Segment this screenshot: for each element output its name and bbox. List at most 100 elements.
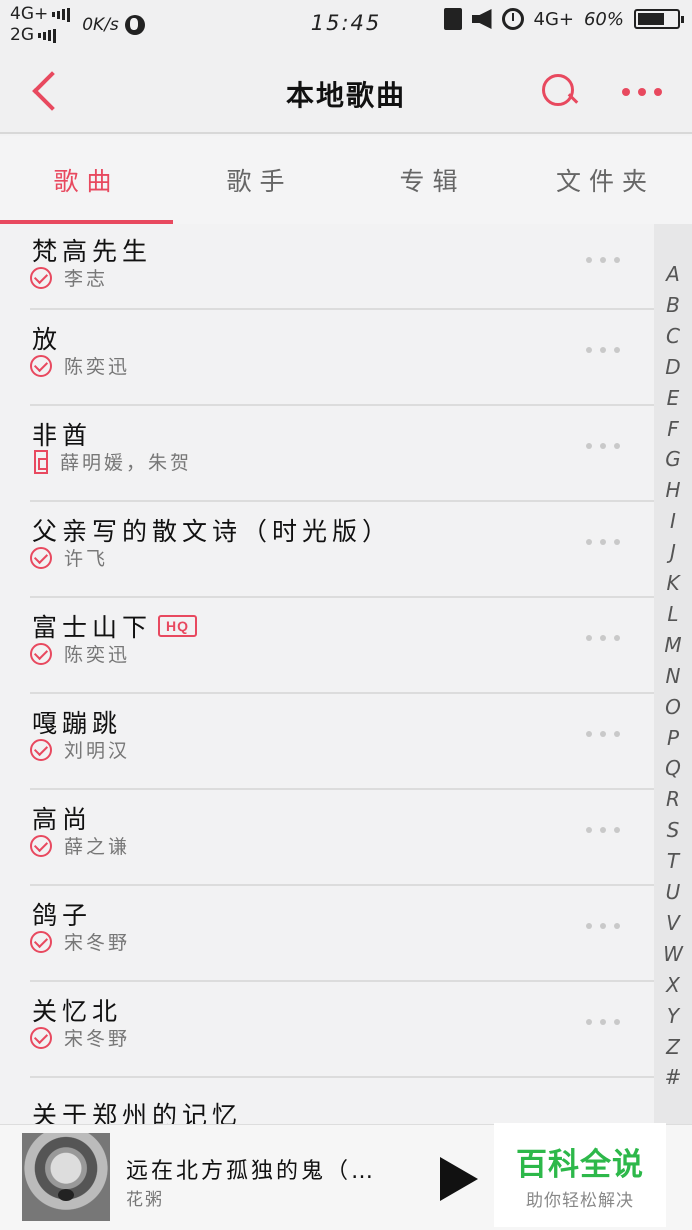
alphabet-letter[interactable]: Q bbox=[654, 756, 692, 780]
alphabet-letter[interactable]: A bbox=[654, 262, 692, 286]
song-artist: 薛明媛，朱贺 bbox=[60, 452, 193, 474]
song-more-button[interactable] bbox=[586, 440, 626, 452]
more-dot-icon bbox=[638, 88, 646, 96]
tab-albums[interactable]: 专辑 bbox=[346, 136, 519, 224]
alphabet-letter[interactable]: U bbox=[654, 880, 692, 904]
song-artist: 刘明汉 bbox=[64, 740, 131, 762]
watermark-title: 百科全说 bbox=[516, 1147, 644, 1183]
song-title: 非酋 bbox=[32, 421, 93, 450]
check-circle-icon bbox=[30, 834, 52, 857]
song-more-button[interactable] bbox=[586, 632, 626, 644]
tab-songs[interactable]: 歌曲 bbox=[0, 136, 173, 224]
alphabet-letter[interactable]: E bbox=[654, 386, 692, 410]
play-button[interactable] bbox=[438, 1157, 482, 1201]
song-title: 富士山下 bbox=[32, 613, 153, 642]
song-more-button[interactable] bbox=[586, 920, 626, 932]
battery-icon bbox=[634, 9, 684, 29]
song-title: 关忆北 bbox=[32, 997, 123, 1026]
check-circle-icon bbox=[30, 738, 52, 761]
alphabet-letter[interactable]: D bbox=[654, 355, 692, 379]
check-circle-icon bbox=[30, 546, 52, 569]
status-bar: 4G+ 2G 0K/s 15:45 4G+ 60% bbox=[0, 0, 692, 50]
check-circle-icon bbox=[30, 354, 52, 377]
app-header: 本地歌曲 bbox=[0, 50, 692, 134]
alphabet-letter[interactable]: B bbox=[654, 293, 692, 317]
mute-icon bbox=[471, 9, 492, 29]
song-title: 高尚 bbox=[32, 805, 93, 834]
alphabet-letter[interactable]: M bbox=[654, 633, 692, 657]
now-playing-title: 远在北方孤独的鬼（… bbox=[126, 1159, 377, 1184]
tab-folders[interactable]: 文件夹 bbox=[519, 136, 692, 224]
alphabet-letter[interactable]: # bbox=[654, 1065, 692, 1089]
song-row[interactable]: 梵高先生 李志 bbox=[30, 224, 654, 310]
alphabet-letter[interactable]: I bbox=[654, 509, 692, 533]
search-button[interactable] bbox=[538, 70, 578, 110]
song-more-button[interactable] bbox=[586, 1016, 626, 1028]
alphabet-letter[interactable]: G bbox=[654, 447, 692, 471]
song-row[interactable]: 放 陈奕迅 bbox=[30, 310, 654, 406]
song-title: 关于郑州的记忆 bbox=[32, 1101, 243, 1124]
song-title: 父亲写的散文诗（时光版） bbox=[32, 517, 393, 546]
song-artist: 李志 bbox=[64, 268, 109, 290]
alphabet-letter[interactable]: R bbox=[654, 787, 692, 811]
alphabet-index[interactable]: A B C D E F G H I J K L M N O P Q R S T U V W X Y Z # bbox=[654, 224, 692, 1124]
song-artist: 许飞 bbox=[64, 548, 109, 570]
network-right-label: 4G+ bbox=[533, 8, 574, 30]
sim-card-icon bbox=[443, 8, 462, 30]
page-title: 本地歌曲 bbox=[285, 79, 406, 112]
alphabet-letter[interactable]: W bbox=[654, 942, 692, 966]
mini-player[interactable]: 远在北方孤独的鬼（… 花粥 百科全说 助你轻松解决 bbox=[0, 1123, 692, 1230]
song-row[interactable]: 关忆北 宋冬野 bbox=[30, 982, 654, 1078]
song-more-button[interactable] bbox=[586, 728, 626, 740]
song-artist: 宋冬野 bbox=[64, 1028, 131, 1050]
song-artist: 陈奕迅 bbox=[64, 644, 131, 666]
song-title: 梵高先生 bbox=[32, 237, 153, 266]
hq-badge: HQ bbox=[158, 615, 198, 637]
battery-percent: 60% bbox=[583, 8, 624, 30]
alphabet-letter[interactable]: Z bbox=[654, 1035, 692, 1059]
song-artist: 宋冬野 bbox=[64, 932, 131, 954]
song-more-button[interactable] bbox=[586, 344, 626, 356]
tab-bar: 歌曲 歌手 专辑 文件夹 bbox=[0, 136, 692, 224]
local-file-icon bbox=[34, 449, 48, 474]
alphabet-letter[interactable]: F bbox=[654, 417, 692, 441]
more-dot-icon bbox=[654, 88, 662, 96]
alphabet-letter[interactable]: L bbox=[654, 602, 692, 626]
alphabet-letter[interactable]: C bbox=[654, 324, 692, 348]
check-circle-icon bbox=[30, 1026, 52, 1049]
song-more-button[interactable] bbox=[586, 536, 626, 548]
status-right: 4G+ 60% bbox=[443, 8, 684, 30]
song-title: 放 bbox=[32, 325, 63, 354]
song-row[interactable]: 非酋 薛明媛，朱贺 bbox=[30, 406, 654, 502]
more-options-button[interactable] bbox=[622, 84, 666, 100]
tab-artists[interactable]: 歌手 bbox=[173, 136, 346, 224]
alphabet-letter[interactable]: Y bbox=[654, 1004, 692, 1028]
alphabet-letter[interactable]: V bbox=[654, 911, 692, 935]
song-row[interactable]: 嘎蹦跳 刘明汉 bbox=[30, 694, 654, 790]
song-title: 嘎蹦跳 bbox=[32, 709, 123, 738]
alphabet-letter[interactable]: T bbox=[654, 849, 692, 873]
song-row[interactable]: 鸽子 宋冬野 bbox=[30, 886, 654, 982]
now-playing-artist: 花粥 bbox=[126, 1190, 164, 1210]
watermark-subtitle: 助你轻松解决 bbox=[526, 1191, 634, 1211]
song-more-button[interactable] bbox=[586, 824, 626, 836]
song-artist: 陈奕迅 bbox=[64, 356, 131, 378]
song-more-button[interactable] bbox=[586, 254, 626, 266]
alphabet-letter[interactable]: S bbox=[654, 818, 692, 842]
alphabet-letter[interactable]: N bbox=[654, 664, 692, 688]
song-title: 鸽子 bbox=[32, 901, 93, 930]
alphabet-letter[interactable]: P bbox=[654, 726, 692, 750]
song-row[interactable]: 关于郑州的记忆 bbox=[30, 1078, 654, 1124]
album-cover[interactable] bbox=[22, 1133, 110, 1221]
alphabet-letter[interactable]: K bbox=[654, 571, 692, 595]
check-circle-icon bbox=[30, 930, 52, 953]
song-row[interactable]: 高尚 薛之谦 bbox=[30, 790, 654, 886]
song-artist: 薛之谦 bbox=[64, 836, 131, 858]
alphabet-letter[interactable]: O bbox=[654, 695, 692, 719]
song-list: 梵高先生 李志 放 陈奕迅 非酋 薛明媛，朱贺 父亲写的散文诗（时光版） 许飞 … bbox=[0, 224, 654, 1124]
alphabet-letter[interactable]: J bbox=[654, 540, 692, 564]
song-row[interactable]: 富士山下 HQ 陈奕迅 bbox=[30, 598, 654, 694]
song-row[interactable]: 父亲写的散文诗（时光版） 许飞 bbox=[30, 502, 654, 598]
alphabet-letter[interactable]: H bbox=[654, 478, 692, 502]
alphabet-letter[interactable]: X bbox=[654, 973, 692, 997]
